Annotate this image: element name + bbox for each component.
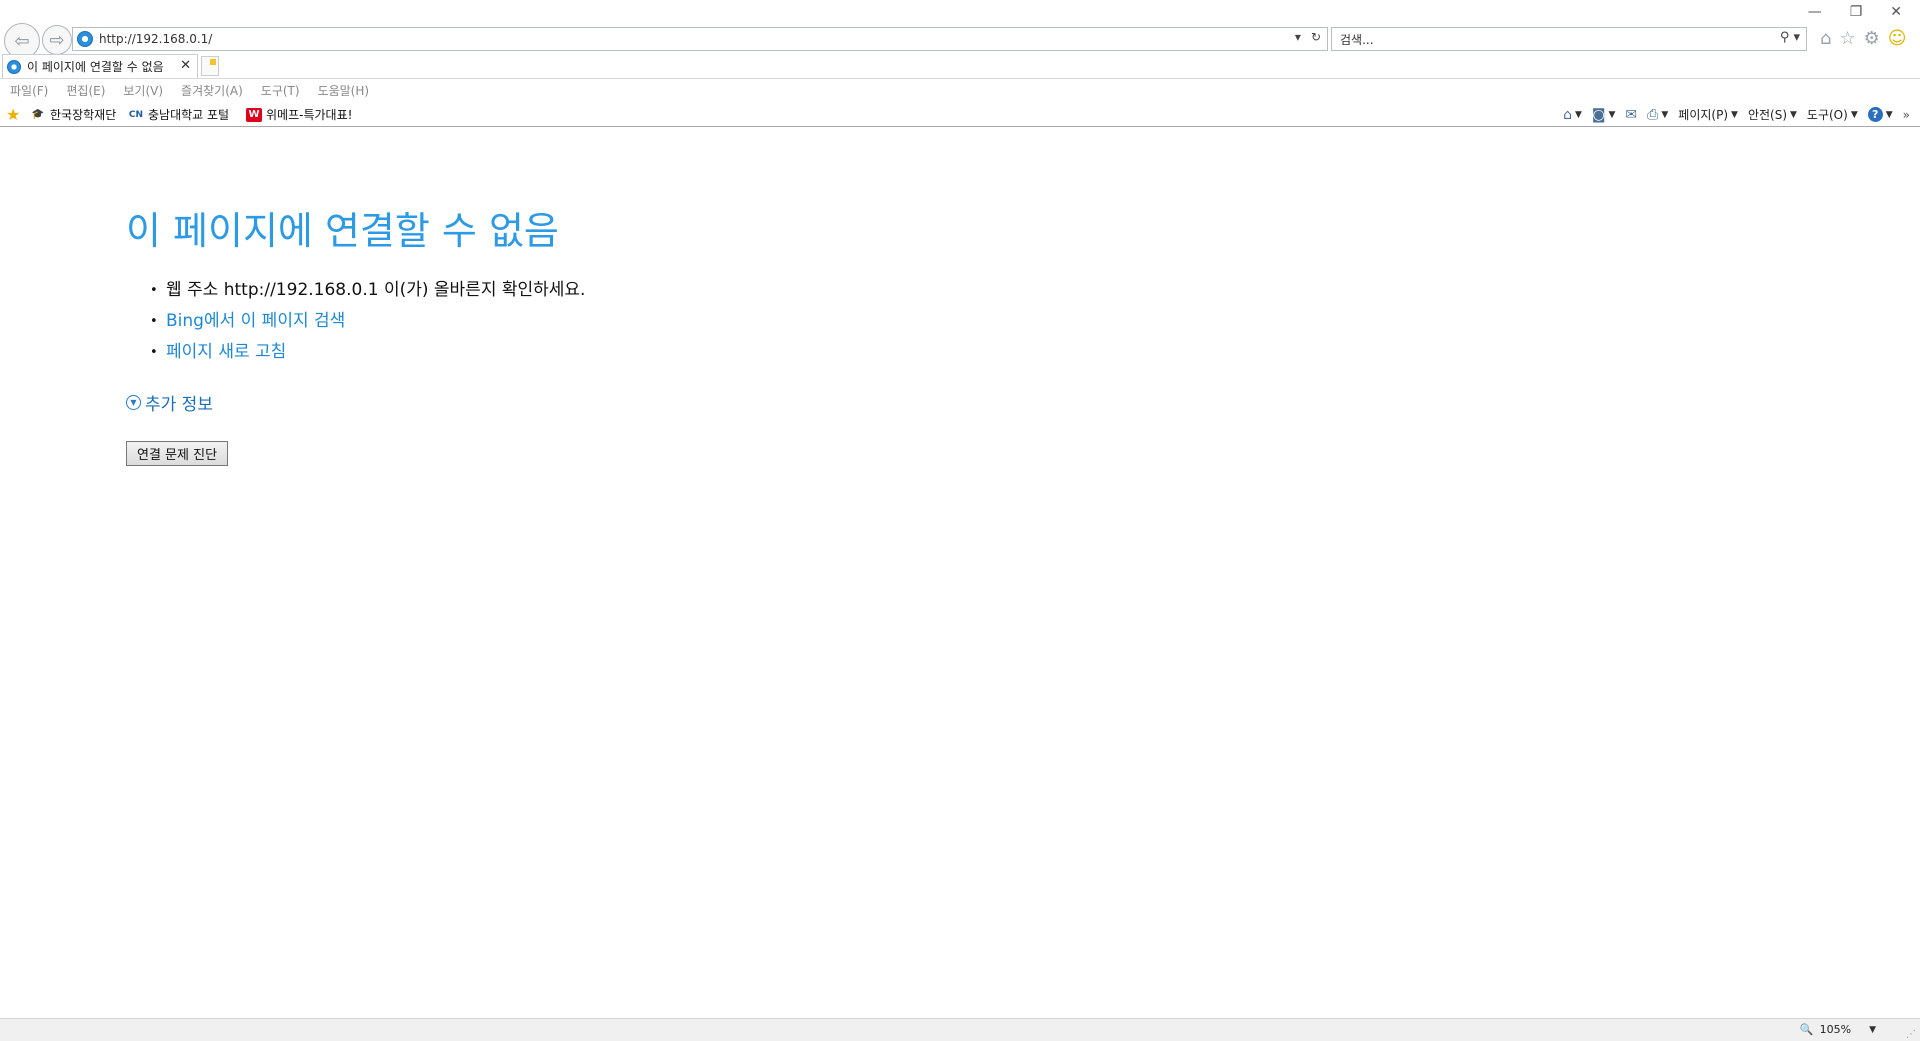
gear-icon[interactable]: ⚙ bbox=[1864, 28, 1880, 49]
ie-page-icon bbox=[77, 31, 93, 47]
status-bar: 🔍 105% ▼ ⋰ bbox=[0, 1018, 1920, 1041]
zoom-control[interactable]: 🔍 105% ▼ bbox=[1800, 1023, 1876, 1036]
resize-grip-icon[interactable]: ⋰ bbox=[1906, 1029, 1916, 1040]
page-menu[interactable]: 페이지(P) ▼ bbox=[1678, 106, 1738, 123]
mail-command[interactable]: ✉ bbox=[1625, 107, 1637, 123]
favorite-label: 충남대학교 포털 bbox=[148, 108, 230, 122]
wemakeprice-icon: W bbox=[246, 107, 262, 122]
menu-favorites[interactable]: 즐겨찾기(A) bbox=[172, 79, 252, 101]
home-icon: ⌂ bbox=[1563, 106, 1572, 123]
minimize-icon[interactable]: — bbox=[1808, 4, 1822, 20]
tools-menu-label: 도구(O) bbox=[1806, 108, 1848, 122]
chevron-down-icon: ▼ bbox=[1574, 109, 1582, 120]
toolbar-overflow-icon[interactable]: » bbox=[1903, 108, 1910, 122]
list-item: 웹 주소 http://192.168.0.1 이(가) 올바른지 확인하세요. bbox=[150, 275, 585, 306]
address-tools: ▾ ↻ bbox=[1295, 30, 1321, 44]
printer-icon: ⎙ bbox=[1647, 106, 1659, 123]
tab-title: 이 페이지에 연결할 수 없음 bbox=[27, 60, 164, 74]
search-placeholder[interactable]: 검색... bbox=[1340, 31, 1374, 48]
search-box[interactable]: 검색... ⚲ ▾ bbox=[1331, 27, 1807, 51]
favorite-label: 위메프-특가대표! bbox=[266, 108, 353, 122]
refresh-page-link[interactable]: 페이지 새로 고침 bbox=[166, 342, 286, 362]
forward-button[interactable]: ⇨ bbox=[42, 25, 72, 55]
menu-edit[interactable]: 편집(E) bbox=[57, 79, 114, 101]
menu-file[interactable]: 파일(F) bbox=[0, 79, 57, 101]
chevron-down-icon: ▼ bbox=[1608, 109, 1616, 120]
safety-menu[interactable]: 안전(S) ▼ bbox=[1748, 106, 1797, 123]
rss-icon: ◙ bbox=[1591, 106, 1606, 123]
help-menu[interactable]: ? ▼ bbox=[1867, 107, 1893, 122]
error-page: 이 페이지에 연결할 수 없음 웹 주소 http://192.168.0.1 … bbox=[126, 200, 585, 466]
list-item: 페이지 새로 고침 bbox=[150, 337, 585, 368]
scholarship-icon: 🎓 bbox=[31, 108, 45, 120]
tab-ie-icon bbox=[7, 59, 21, 74]
suggestion-list: 웹 주소 http://192.168.0.1 이(가) 올바른지 확인하세요.… bbox=[150, 275, 585, 368]
chevron-down-icon: ▼ bbox=[1885, 109, 1893, 120]
window-controls: — ❐ ✕ bbox=[1808, 4, 1902, 20]
chevron-down-icon: ▼ bbox=[1790, 109, 1797, 120]
tab-strip: 이 페이지에 연결할 수 없음 ✕ bbox=[0, 54, 1920, 79]
favorites-star-icon[interactable]: ☆ bbox=[1839, 28, 1855, 49]
favorite-link-wemakeprice[interactable]: W 위메프-특가대표! bbox=[246, 106, 352, 123]
zoom-level: 105% bbox=[1819, 1023, 1852, 1036]
address-dropdown-icon[interactable]: ▾ bbox=[1295, 30, 1301, 44]
chevron-down-icon: ▼ bbox=[1661, 109, 1669, 120]
new-tab-button[interactable] bbox=[201, 56, 219, 76]
home-command[interactable]: ⌂ ▼ bbox=[1563, 107, 1582, 123]
favorites-bar: ★ 🎓 한국장학재단 CN 충남대학교 포털 W 위메프-특가대표! ⌂ ▼ ◙ ▼… bbox=[0, 102, 1920, 127]
right-toolbar: ⌂ ☆ ⚙ ☺ bbox=[1820, 28, 1906, 49]
address-check-text: 웹 주소 http://192.168.0.1 이(가) 올바른지 확인하세요. bbox=[166, 280, 586, 300]
page-title: 이 페이지에 연결할 수 없음 bbox=[126, 209, 559, 253]
back-arrow-icon: ⇦ bbox=[14, 30, 30, 52]
favorite-link-scholarship[interactable]: 🎓 한국장학재단 bbox=[30, 106, 116, 123]
help-icon: ? bbox=[1867, 107, 1883, 122]
more-info-toggle[interactable]: ▼ 추가 정보 bbox=[126, 390, 585, 415]
forward-arrow-icon: ⇨ bbox=[49, 29, 65, 51]
navigation-bar: ⇦ ⇨ http://192.168.0.1/ ▾ ↻ 검색... ⚲ ▾ ⌂ … bbox=[0, 0, 1920, 59]
refresh-icon[interactable]: ↻ bbox=[1311, 30, 1321, 44]
page-menu-label: 페이지(P) bbox=[1678, 108, 1729, 122]
command-bar: ⌂ ▼ ◙ ▼ ✉ ⎙ ▼ 페이지(P) ▼ 안전(S) ▼ 도구(O) ▼ ? ▼ » bbox=[1563, 106, 1910, 123]
chevron-down-icon: ▼ bbox=[1869, 1024, 1876, 1035]
search-icon[interactable]: ⚲ ▾ bbox=[1780, 30, 1800, 45]
close-icon[interactable]: ✕ bbox=[1890, 4, 1902, 20]
restore-icon[interactable]: ❐ bbox=[1850, 4, 1863, 20]
tab-close-icon[interactable]: ✕ bbox=[180, 58, 191, 73]
tab-active[interactable]: 이 페이지에 연결할 수 없음 ✕ bbox=[2, 54, 198, 78]
list-item: Bing에서 이 페이지 검색 bbox=[150, 306, 585, 337]
bing-search-link[interactable]: Bing에서 이 페이지 검색 bbox=[166, 311, 345, 331]
expand-down-icon: ▼ bbox=[126, 395, 141, 410]
address-url[interactable]: http://192.168.0.1/ bbox=[99, 32, 212, 46]
tools-menu[interactable]: 도구(O) ▼ bbox=[1807, 106, 1858, 123]
cnu-icon: CN bbox=[128, 109, 144, 120]
zoom-magnifier-icon: 🔍 bbox=[1799, 1023, 1814, 1036]
address-bar[interactable]: http://192.168.0.1/ ▾ ↻ bbox=[72, 27, 1328, 51]
favorites-add-icon[interactable]: ★ bbox=[6, 105, 20, 124]
chevron-down-icon: ▼ bbox=[1850, 109, 1858, 120]
mail-icon: ✉ bbox=[1625, 106, 1638, 123]
home-icon[interactable]: ⌂ bbox=[1820, 28, 1831, 49]
favorite-label: 한국장학재단 bbox=[50, 108, 117, 122]
menu-help[interactable]: 도움말(H) bbox=[309, 79, 379, 101]
more-info-label: 추가 정보 bbox=[145, 395, 213, 415]
print-command[interactable]: ⎙ ▼ bbox=[1647, 107, 1668, 123]
menu-bar: 파일(F) 편집(E) 보기(V) 즐겨찾기(A) 도구(T) 도움말(H) bbox=[0, 79, 1920, 101]
feeds-command[interactable]: ◙ ▼ bbox=[1592, 107, 1616, 123]
menu-view[interactable]: 보기(V) bbox=[114, 79, 172, 101]
chevron-down-icon: ▼ bbox=[1731, 109, 1738, 120]
diagnose-connection-button[interactable]: 연결 문제 진단 bbox=[126, 441, 229, 466]
menu-tools[interactable]: 도구(T) bbox=[252, 79, 309, 101]
safety-menu-label: 안전(S) bbox=[1747, 108, 1787, 122]
feedback-smiley-icon[interactable]: ☺ bbox=[1888, 28, 1907, 49]
favorite-link-cnu[interactable]: CN 충남대학교 포털 bbox=[128, 106, 229, 123]
